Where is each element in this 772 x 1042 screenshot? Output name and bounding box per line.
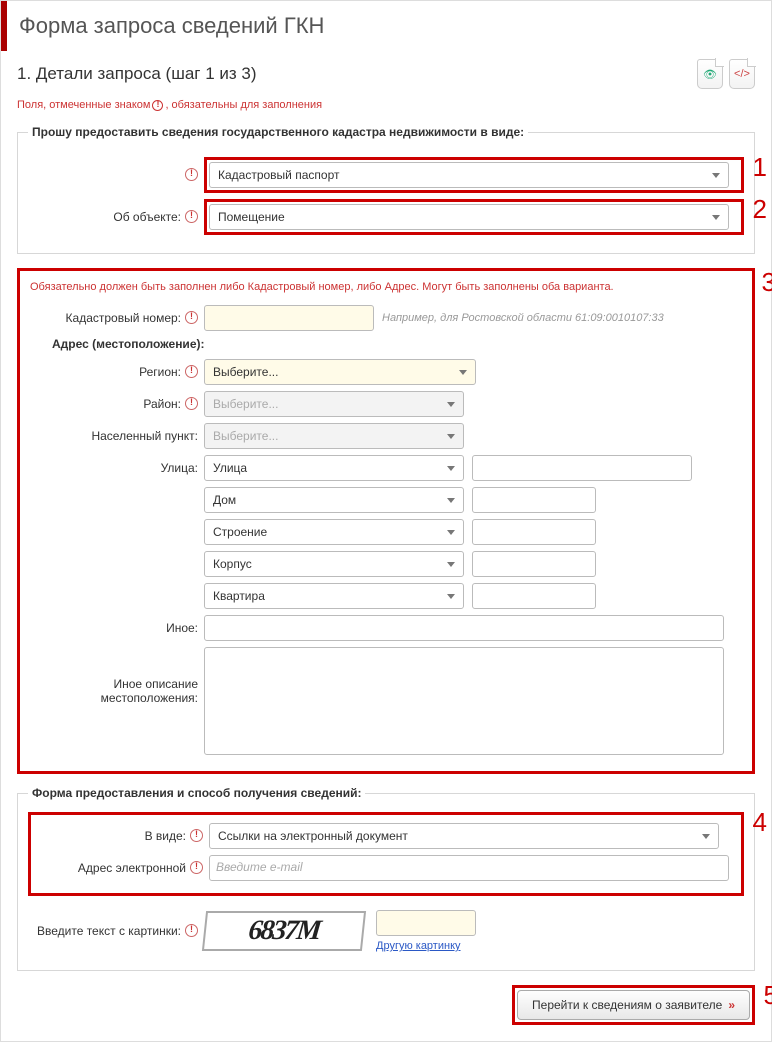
object-type-select[interactable]: Помещение	[209, 204, 729, 230]
chevron-down-icon	[712, 215, 720, 220]
corpus-type-select[interactable]: Корпус	[204, 551, 464, 577]
required-hint: Поля, отмеченные знаком, обязательны для…	[17, 99, 755, 111]
building-type-select[interactable]: Строение	[204, 519, 464, 545]
chevron-down-icon	[447, 434, 455, 439]
fieldset-legend: Форма предоставления и способ получения …	[28, 786, 365, 800]
chevron-down-icon	[447, 402, 455, 407]
fieldset-request-type: Прошу предоставить сведения государствен…	[17, 125, 755, 254]
district-select[interactable]: Выберите...	[204, 391, 464, 417]
street-name-input[interactable]	[472, 455, 692, 481]
building-input[interactable]	[472, 519, 596, 545]
chevron-down-icon	[447, 562, 455, 567]
chevron-down-icon	[447, 498, 455, 503]
address-heading: Адрес (местоположение):	[52, 337, 744, 351]
chevron-down-icon	[702, 834, 710, 839]
required-mark-icon	[185, 210, 198, 223]
fieldset-delivery: Форма предоставления и способ получения …	[17, 786, 755, 971]
email-label: Адрес электронной	[78, 861, 186, 875]
submit-button[interactable]: Перейти к сведениям о заявителе»	[517, 990, 750, 1020]
address-section: 3 Обязательно должен быть заполнен либо …	[17, 268, 755, 774]
document-type-select[interactable]: Кадастровый паспорт	[209, 162, 729, 188]
other-description-textarea[interactable]	[204, 647, 724, 755]
other-input[interactable]	[204, 615, 724, 641]
annot-3: 3	[762, 267, 772, 298]
captcha-image: 6837M	[202, 911, 366, 951]
raquo-icon: »	[728, 998, 735, 1012]
chevron-down-icon	[712, 173, 720, 178]
city-select[interactable]: Выберите...	[204, 423, 464, 449]
annot-5: 5	[764, 980, 772, 1011]
city-label: Населенный пункт:	[91, 429, 198, 443]
annot-4: 4	[753, 807, 767, 838]
corpus-input[interactable]	[472, 551, 596, 577]
other-desc-label-2: местоположения:	[28, 691, 198, 705]
required-mark-icon	[185, 311, 198, 324]
required-mark-icon	[152, 100, 163, 111]
section-warning: Обязательно должен быть заполнен либо Ка…	[30, 281, 744, 293]
house-input[interactable]	[472, 487, 596, 513]
format-select[interactable]: Ссылки на электронный документ	[209, 823, 719, 849]
flat-input[interactable]	[472, 583, 596, 609]
district-label: Район:	[143, 397, 181, 411]
chevron-down-icon	[447, 530, 455, 535]
region-label: Регион:	[139, 365, 181, 379]
chevron-down-icon	[447, 594, 455, 599]
other-label: Иное:	[166, 621, 198, 635]
region-select[interactable]: Выберите...	[204, 359, 476, 385]
required-mark-icon	[185, 924, 198, 937]
street-label: Улица:	[161, 461, 198, 475]
required-mark-icon	[185, 168, 198, 181]
required-mark-icon	[190, 861, 203, 874]
step-title: 1. Детали запроса (шаг 1 из 3)	[17, 64, 257, 84]
page-title: Форма запроса сведений ГКН	[19, 13, 771, 39]
annot-1: 1	[753, 152, 767, 183]
cadastral-number-input[interactable]	[204, 305, 374, 331]
required-mark-icon	[190, 829, 203, 842]
kad-label: Кадастровый номер:	[66, 311, 181, 325]
object-label: Об объекте:	[113, 210, 181, 224]
chevron-down-icon	[447, 466, 455, 471]
required-mark-icon	[185, 365, 198, 378]
captcha-refresh-link[interactable]: Другую картинку	[376, 940, 476, 952]
xml-doc-icon[interactable]: </>	[729, 59, 755, 89]
format-label: В виде:	[145, 829, 186, 843]
house-type-select[interactable]: Дом	[204, 487, 464, 513]
other-desc-label-1: Иное описание	[28, 677, 198, 691]
captcha-label: Введите текст с картинки:	[37, 924, 181, 938]
required-mark-icon	[185, 397, 198, 410]
captcha-input[interactable]	[376, 910, 476, 936]
fieldset-legend: Прошу предоставить сведения государствен…	[28, 125, 528, 139]
view-doc-icon[interactable]: 👁	[697, 59, 723, 89]
street-type-select[interactable]: Улица	[204, 455, 464, 481]
flat-type-select[interactable]: Квартира	[204, 583, 464, 609]
kad-hint: Например, для Ростовской области 61:09:0…	[382, 312, 664, 324]
chevron-down-icon	[459, 370, 467, 375]
annot-2: 2	[753, 194, 767, 225]
email-input[interactable]: Введите e-mail	[209, 855, 729, 881]
page-title-bar: Форма запроса сведений ГКН	[1, 1, 771, 51]
